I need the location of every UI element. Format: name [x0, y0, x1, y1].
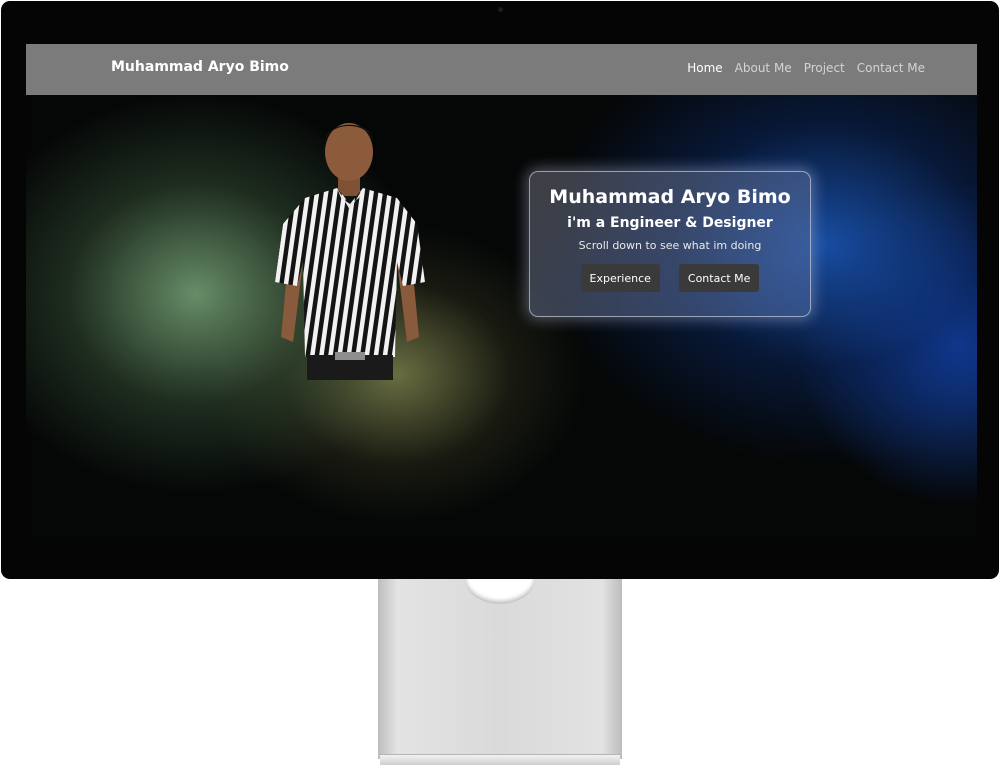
- monitor-frame: Muhammad Aryo Bimo Home About Me Project…: [1, 1, 999, 579]
- hero-name: Muhammad Aryo Bimo: [549, 186, 791, 208]
- contact-me-button[interactable]: Contact Me: [678, 264, 760, 292]
- hero-card: Muhammad Aryo Bimo i'm a Engineer & Desi…: [529, 171, 811, 317]
- nav-link-project[interactable]: Project: [804, 61, 845, 75]
- hero-role: i'm a Engineer & Designer: [567, 215, 773, 231]
- hero-subtitle: Scroll down to see what im doing: [578, 239, 762, 252]
- nav-link-contact[interactable]: Contact Me: [857, 61, 925, 75]
- nav-link-home[interactable]: Home: [687, 61, 722, 75]
- brand-logo[interactable]: Muhammad Aryo Bimo: [111, 59, 289, 75]
- stand-base: [380, 754, 620, 765]
- profile-photo: [267, 112, 433, 380]
- nav-link-about[interactable]: About Me: [735, 61, 792, 75]
- monitor-stand: [378, 579, 622, 759]
- hero-buttons: Experience Contact Me: [530, 264, 810, 292]
- navbar: Muhammad Aryo Bimo Home About Me Project…: [26, 44, 977, 95]
- camera-dot: [498, 7, 503, 12]
- website-screen: Muhammad Aryo Bimo Home About Me Project…: [26, 44, 977, 538]
- experience-button[interactable]: Experience: [580, 264, 660, 292]
- nav-links: Home About Me Project Contact Me: [687, 61, 925, 75]
